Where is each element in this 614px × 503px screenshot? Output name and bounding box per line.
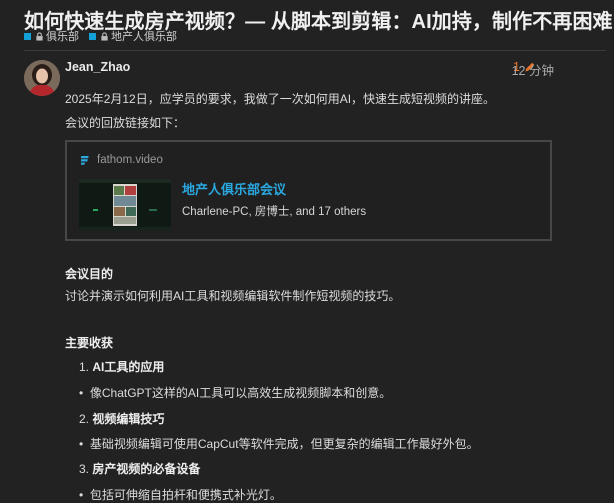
list-item-number: 2. xyxy=(79,412,93,426)
video-thumbnail[interactable] xyxy=(79,179,171,231)
list-item: 1. AI工具的应用 xyxy=(79,358,164,375)
avatar-image xyxy=(24,60,60,96)
header-divider xyxy=(24,50,606,51)
lock-icon xyxy=(101,31,108,41)
post-replay-label: 会议的回放链接如下： xyxy=(65,116,186,130)
post-intro: 2025年2月12日，应学员的要求，我做了一次如何用AI，快速生成短视频的讲座。 xyxy=(65,92,496,106)
bullet-text: 像ChatGPT这样的AI工具可以高效生成视频脚本和创意。 xyxy=(89,386,392,400)
link-source-label: fathom.video xyxy=(97,154,163,166)
list-item-title: AI工具的应用 xyxy=(92,360,165,374)
post-time[interactable]: 12 分钟 xyxy=(512,60,554,79)
list-item-title: 房产视频的必备设备 xyxy=(92,462,201,476)
bullet-text: 基础视频编辑可使用CapCut等软件完成，但更复杂的编辑工作最好外包。 xyxy=(89,437,479,451)
link-preview-card[interactable]: fathom.video 地产人俱乐部会议 Charlene-PC, 房博士, … xyxy=(65,140,552,241)
category-color-swatch xyxy=(89,32,96,40)
list-bullet: • 包括可伸缩自拍杆和便携式补光灯。 xyxy=(79,486,282,503)
list-item: 3. 房产视频的必备设备 xyxy=(79,460,200,477)
list-bullet: • 像ChatGPT这样的AI工具可以高效生成视频脚本和创意。 xyxy=(79,384,391,401)
category-label: 地产人俱乐部 xyxy=(111,31,177,43)
list-item: 2. 视频编辑技巧 xyxy=(79,410,164,427)
list-item-number: 1. xyxy=(79,360,93,374)
avatar[interactable] xyxy=(24,60,60,96)
category-realestate-club[interactable]: 地产人俱乐部 xyxy=(89,28,177,44)
section-heading-gains: 主要收获 xyxy=(65,336,114,350)
list-item-number: 3. xyxy=(79,462,93,476)
link-title[interactable]: 地产人俱乐部会议 xyxy=(182,179,286,198)
list-item-title: 视频编辑技巧 xyxy=(92,412,165,426)
post-username[interactable]: Jean_Zhao xyxy=(65,60,130,74)
link-description: Charlene-PC, 房博士, and 17 others xyxy=(182,206,367,218)
fathom-favicon-icon xyxy=(81,156,89,165)
list-bullet: • 基础视频编辑可使用CapCut等软件完成，但更复杂的编辑工作最好外包。 xyxy=(79,435,479,452)
thumbnail-image xyxy=(79,179,171,231)
purpose-text: 讨论并演示如何利用AI工具和视频编辑软件制作短视频的技巧。 xyxy=(65,289,401,303)
lock-icon xyxy=(36,31,43,41)
section-heading-purpose: 会议目的 xyxy=(65,267,114,281)
bullet-dot: • xyxy=(79,386,90,400)
category-breadcrumbs: 俱乐部 地产人俱乐部 xyxy=(24,28,187,44)
category-label: 俱乐部 xyxy=(46,31,79,43)
bullet-dot: • xyxy=(79,437,90,451)
category-color-swatch xyxy=(24,32,31,40)
category-club[interactable]: 俱乐部 xyxy=(24,28,79,44)
link-source[interactable]: fathom.video xyxy=(81,154,163,166)
